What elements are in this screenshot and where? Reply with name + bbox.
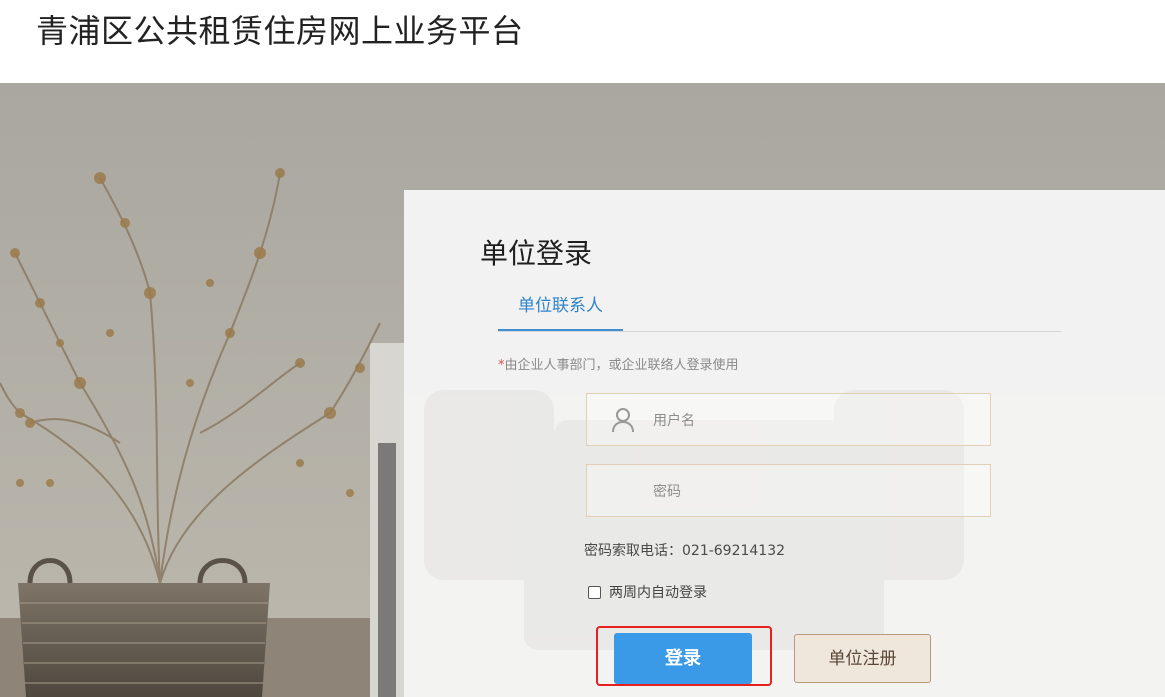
remember-label: 两周内自动登录 (609, 585, 707, 601)
user-icon (612, 408, 634, 433)
login-panel: 单位登录 单位联系人 *由企业人事部门，或企业联络人登录使用 密码索取电话：02… (404, 190, 1165, 697)
notice-text: 由企业人事部门，或企业联络人登录使用 (504, 358, 739, 373)
username-input[interactable] (651, 394, 975, 447)
remember-checkbox[interactable] (588, 585, 601, 599)
username-field[interactable] (586, 393, 991, 447)
password-field[interactable] (586, 464, 991, 518)
page-header: 青浦区公共租赁住房网上业务平台 (0, 0, 1165, 83)
register-button[interactable]: 单位注册 (794, 634, 931, 683)
login-title: 单位登录 (480, 237, 593, 270)
login-button[interactable]: 登录 (614, 633, 752, 684)
remember-login-option[interactable]: 两周内自动登录 (588, 582, 707, 602)
phone-label: 密码索取电话： (584, 543, 682, 559)
password-input[interactable] (651, 465, 975, 518)
phone-number: 021-69214132 (682, 543, 786, 559)
login-tab-bar: 单位联系人 (498, 285, 1061, 332)
tab-contact-person[interactable]: 单位联系人 (498, 285, 623, 331)
site-title: 青浦区公共租赁住房网上业务平台 (36, 12, 524, 50)
password-phone-line: 密码索取电话：021-69214132 (584, 540, 785, 560)
login-notice: *由企业人事部门，或企业联络人登录使用 (498, 354, 739, 373)
